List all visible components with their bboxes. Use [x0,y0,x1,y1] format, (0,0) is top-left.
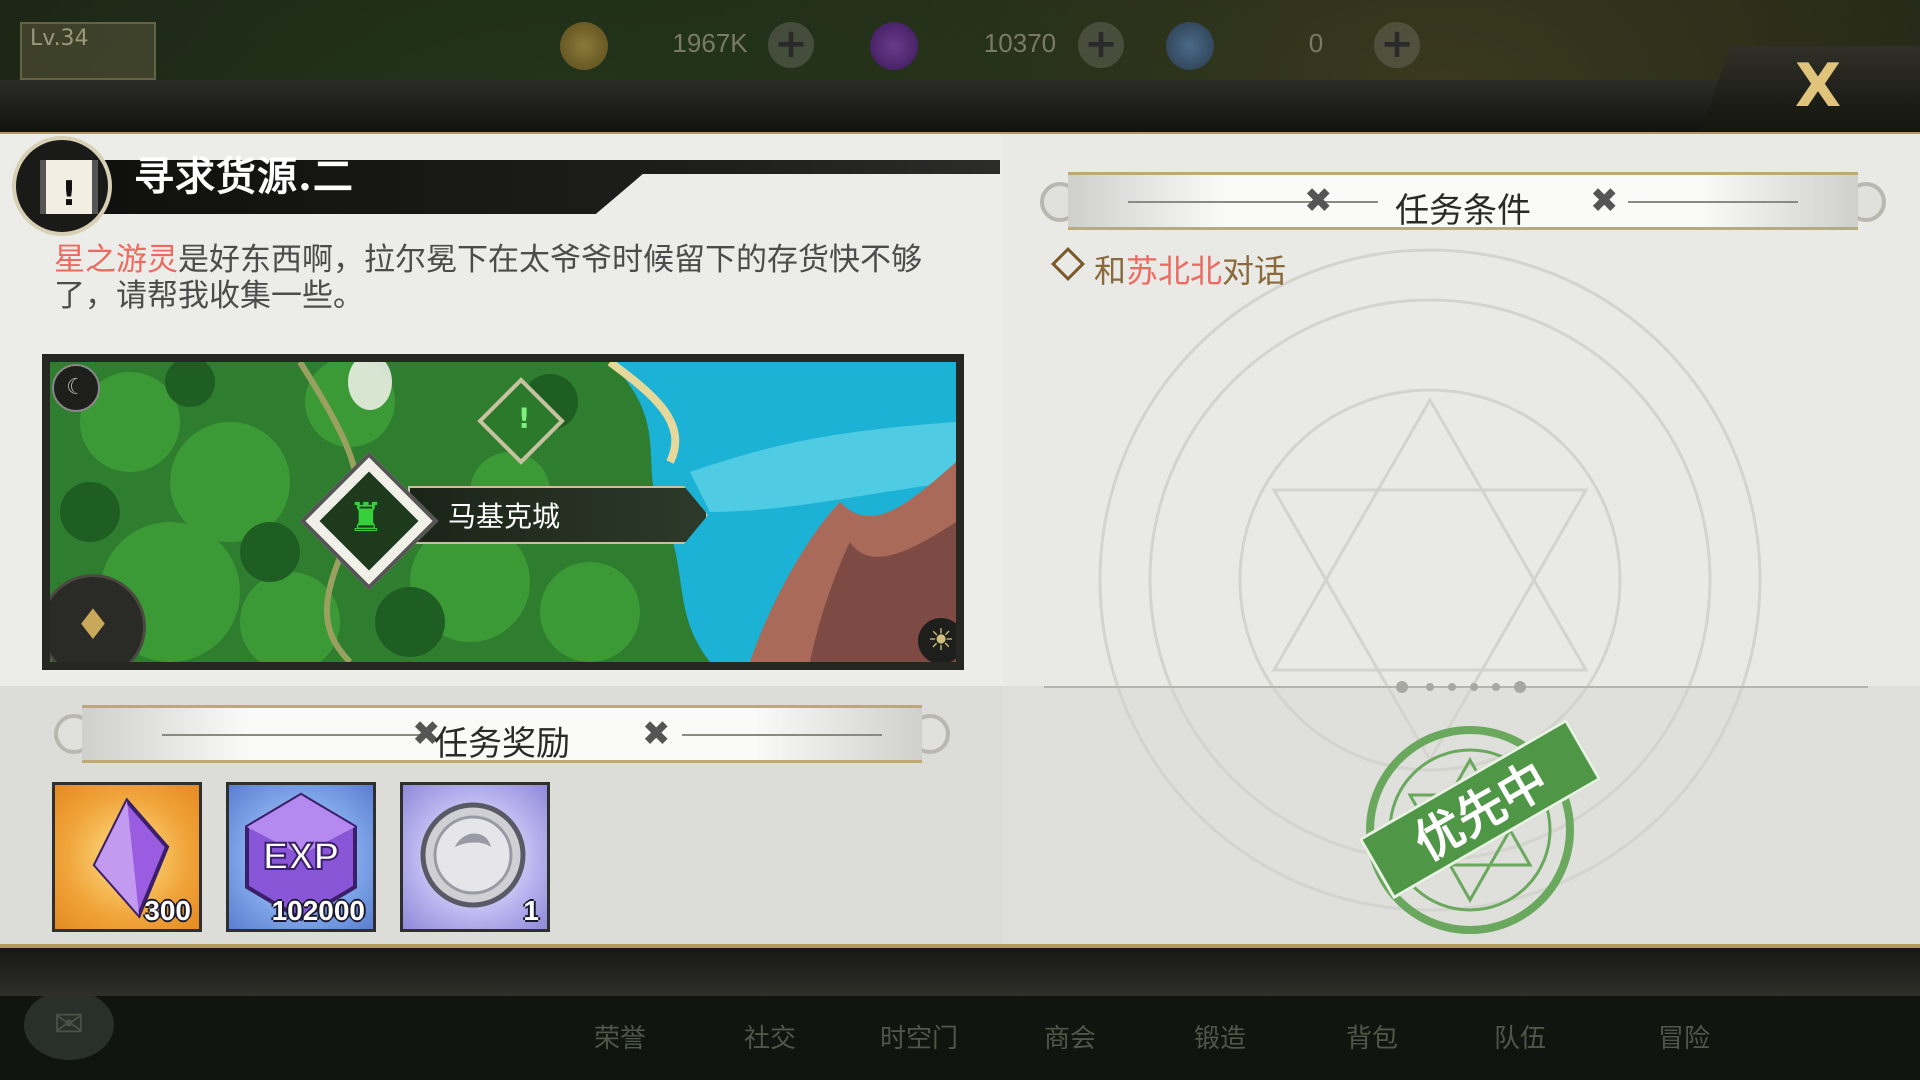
nav-bag[interactable]: 背包 [1346,1018,1398,1055]
condition-header-label: 任务条件 [1395,191,1531,231]
quest-scroll-icon: ! [12,136,112,236]
condition-suffix: 对话 [1222,252,1287,290]
reward-item-exp[interactable]: EXP 102000 [226,782,376,932]
nav-team[interactable]: 队伍 [1494,1018,1546,1055]
header-ornament-icon: ✖ [642,714,671,754]
quest-description-text: 是好东西啊，拉尔冕下在太爷爷时候留下的存货快不够了，请帮我收集一些。 [54,242,922,314]
reward-quantity: 1 [523,895,539,926]
map-night-icon: ☾ [52,364,100,412]
map-location-name: 马基克城 [448,500,561,533]
reward-quantity: 102000 [271,895,365,926]
condition-header: ✖ 任务条件 ✖ [1068,172,1858,231]
add-gem-button[interactable]: + [1078,22,1124,68]
close-icon[interactable]: X [1790,56,1846,116]
reward-item-crystal[interactable]: 300 [52,782,202,932]
diamond-bullet-icon [1051,247,1085,281]
reward-quantity: 300 [144,895,191,926]
nav-forge[interactable]: 锻造 [1194,1018,1246,1055]
resource-bar: Lv.34 1967K + 10370 + 0 + [0,0,1920,92]
scroll-icon: ! [40,160,98,214]
header-line [1628,201,1798,203]
clock-token-icon [1166,22,1214,70]
nav-adventure[interactable]: 冒险 [1658,1018,1710,1055]
reward-header-label: 任务奖励 [434,724,570,764]
svg-text:EXP: EXP [263,836,339,878]
reward-header: ✖ 任务奖励 ✖ [82,705,922,764]
dialog-top-border [0,80,1920,136]
nav-portal[interactable]: 时空门 [880,1018,958,1055]
map-sun-icon: ☀ [918,618,956,662]
dialog-bottom-border [0,944,1920,996]
nav-guild[interactable]: 商会 [1044,1018,1096,1055]
gold-coin-icon [560,22,608,70]
condition-npc-name: 苏北北 [1126,252,1223,290]
add-token-button[interactable]: + [1374,22,1420,68]
reward-item-coin[interactable]: 1 [400,782,550,932]
condition-prefix: 和 [1094,252,1127,290]
header-ornament-icon: ✖ [1590,181,1619,221]
header-line [682,734,882,736]
nav-social[interactable]: 社交 [744,1018,796,1055]
quest-description: 星之游灵是好东西啊，拉尔冕下在太爷爷时候留下的存货快不够了，请帮我收集一些。 [54,242,954,314]
condition-item: 和苏北北对话 [1051,246,1287,292]
quest-title: 寻求货源.二 [134,153,354,200]
quest-target-highlight: 星之游灵 [54,242,178,278]
divider-ornament [1396,681,1526,693]
nav-honor[interactable]: 荣誉 [594,1018,646,1055]
add-gold-button[interactable]: + [768,22,814,68]
quest-map-preview[interactable]: ☾ ! ♜ 马基克城 ♦ ☀ [42,354,964,670]
player-level-badge: Lv.34 [20,22,156,80]
castle-icon: ♜ [348,495,384,541]
purple-gem-icon [870,22,918,70]
chat-bubble-icon[interactable]: ✉ [24,990,114,1060]
bottom-nav-bar [0,992,1920,1080]
